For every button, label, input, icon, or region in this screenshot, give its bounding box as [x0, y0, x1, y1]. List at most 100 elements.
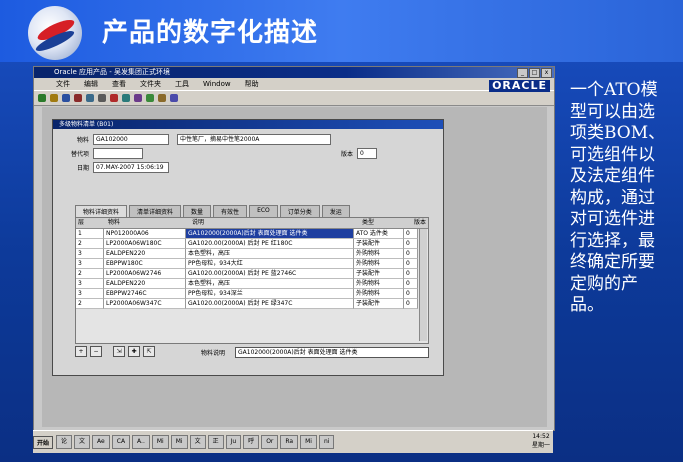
remove-row-button[interactable]: − [90, 346, 102, 357]
menu-window[interactable]: Window [203, 78, 231, 90]
cell-item[interactable]: LP2000A06W2746 [104, 269, 186, 279]
table-row[interactable]: 2 LP2000A06W347C GA1020.00(2000A) 后封 PE 绿3… [76, 299, 428, 309]
taskbar-item[interactable]: Mi [170, 435, 188, 449]
print-icon[interactable] [74, 94, 82, 102]
paste-icon[interactable] [146, 94, 154, 102]
tab-quantity[interactable]: 数量 [183, 205, 212, 217]
cell-level[interactable]: 2 [76, 269, 104, 279]
add-row-button[interactable]: + [75, 346, 87, 357]
cell-item[interactable]: LP2000A06W180C [104, 239, 186, 249]
cell-item[interactable]: LP2000A06W347C [104, 299, 186, 309]
cell-desc[interactable]: PP色母粒，934大红 [186, 259, 354, 269]
cell-type[interactable]: 外购物料 [354, 249, 404, 259]
item-desc-field[interactable]: 中性笔厂，摘易中性笔2000A [177, 134, 331, 145]
table-row[interactable]: 3 EBPPW2746C PP色母粒，934深兰 外购物料 0 [76, 289, 428, 299]
table-row[interactable]: 3 EBPPW180C PP色母粒，934大红 外购物料 0 [76, 259, 428, 269]
cell-rev[interactable]: 0 [404, 239, 418, 249]
alt-field[interactable] [93, 148, 143, 159]
cell-rev[interactable]: 0 [404, 249, 418, 259]
copy-icon[interactable] [134, 94, 142, 102]
cell-level[interactable]: 2 [76, 299, 104, 309]
grid-scrollbar[interactable] [419, 229, 427, 341]
cell-level[interactable]: 3 [76, 279, 104, 289]
delete-icon[interactable] [110, 94, 118, 102]
cell-type[interactable]: 子装配件 [354, 269, 404, 279]
cell-item[interactable]: NP012000A06 [104, 229, 186, 239]
cell-level[interactable]: 2 [76, 239, 104, 249]
table-row[interactable]: 3 EALDPEN220 本色塑料，高压 外购物料 0 [76, 249, 428, 259]
tab-order-class[interactable]: 订单分类 [279, 205, 320, 217]
save-icon[interactable] [62, 94, 70, 102]
taskbar-item[interactable]: CA [111, 435, 131, 449]
cell-rev[interactable]: 0 [404, 259, 418, 269]
tab-item-detail[interactable]: 物料详细资料 [75, 205, 128, 217]
cell-type[interactable]: 外购物料 [354, 279, 404, 289]
menu-folder[interactable]: 文件夹 [140, 78, 161, 90]
cell-rev[interactable]: 0 [404, 299, 418, 309]
rev-field[interactable]: 0 [357, 148, 377, 159]
taskbar-item[interactable]: Ju [225, 435, 242, 449]
cell-rev[interactable]: 0 [404, 289, 418, 299]
cell-item[interactable]: EBPPW180C [104, 259, 186, 269]
menu-help[interactable]: 帮助 [245, 78, 259, 90]
cell-desc[interactable]: 本色塑料，高压 [186, 249, 354, 259]
tab-shipping[interactable]: 发运 [321, 205, 350, 217]
minimize-button[interactable]: _ [517, 68, 528, 78]
cell-desc[interactable]: PP色母粒，934深兰 [186, 289, 354, 299]
menu-tools[interactable]: 工具 [175, 78, 189, 90]
taskbar-item[interactable]: Or [261, 435, 279, 449]
table-row[interactable]: 1 NP012000A06 GA102000(2000A)后封 表面处理面 选件类 A… [76, 229, 428, 239]
cell-desc[interactable]: GA1020.00(2000A) 后封 PE 蓝2746C [186, 269, 354, 279]
date-field[interactable]: 07.MAY-2007 15:06:19 [93, 162, 169, 173]
cell-rev[interactable]: 0 [404, 229, 418, 239]
maximize-button[interactable]: □ [529, 68, 540, 78]
cell-type[interactable]: 外购物料 [354, 289, 404, 299]
menu-file[interactable]: 文件 [56, 78, 70, 90]
cell-rev[interactable]: 0 [404, 279, 418, 289]
cell-desc[interactable]: GA1020.00(2000A) 后封 PE 绿347C [186, 299, 354, 309]
find-icon[interactable] [86, 94, 94, 102]
cell-rev[interactable]: 0 [404, 269, 418, 279]
menu-view[interactable]: 查看 [112, 78, 126, 90]
taskbar-item[interactable]: Mi [300, 435, 317, 449]
cell-desc[interactable]: GA1020.00(2000A) 后封 PE 红180C [186, 239, 354, 249]
menu-edit[interactable]: 编辑 [84, 78, 98, 90]
expand-button[interactable]: ⇲ [113, 346, 125, 357]
item-desc-readout[interactable]: GA102000(2000A)后封 表面处理面 选件类 [235, 347, 429, 358]
close-button[interactable]: x [541, 68, 552, 78]
cell-type[interactable]: ATO 选件类 [354, 229, 404, 239]
table-row[interactable]: 2 LP2000A06W180C GA1020.00(2000A) 后封 PE 红1… [76, 239, 428, 249]
cell-desc[interactable]: GA102000(2000A)后封 表面处理面 选件类 [186, 229, 354, 239]
taskbar-item[interactable]: 正 [207, 435, 224, 449]
attach-icon[interactable] [158, 94, 166, 102]
start-button[interactable]: 开始 [33, 435, 54, 449]
cell-item[interactable]: EALDPEN220 [104, 279, 186, 289]
cell-type[interactable]: 子装配件 [354, 239, 404, 249]
cell-level[interactable]: 3 [76, 259, 104, 269]
cell-type[interactable]: 外购物料 [354, 259, 404, 269]
zoom-icon[interactable] [98, 94, 106, 102]
cell-item[interactable]: EBPPW2746C [104, 289, 186, 299]
taskbar-item[interactable]: ni [318, 435, 335, 449]
taskbar-item[interactable]: Ra [280, 435, 299, 449]
tab-effectivity[interactable]: 有效性 [213, 205, 248, 217]
table-row[interactable]: 2 LP2000A06W2746 GA1020.00(2000A) 后封 PE 蓝2… [76, 269, 428, 279]
cell-level[interactable]: 3 [76, 249, 104, 259]
open-icon[interactable] [50, 94, 58, 102]
cell-desc[interactable]: 本色塑料，高压 [186, 279, 354, 289]
tab-list-detail[interactable]: 清单详细资料 [129, 205, 182, 217]
cell-type[interactable]: 子装配件 [354, 299, 404, 309]
taskbar-item[interactable]: Ae [92, 435, 110, 449]
cell-item[interactable]: EALDPEN220 [104, 249, 186, 259]
taskbar-item[interactable]: 文 [74, 435, 91, 449]
taskbar-item[interactable]: Mi [151, 435, 169, 449]
help-icon[interactable] [170, 94, 178, 102]
cell-level[interactable]: 1 [76, 229, 104, 239]
cell-level[interactable]: 3 [76, 289, 104, 299]
tab-eco[interactable]: ECO [249, 205, 278, 217]
collapse-button[interactable]: ⇱ [143, 346, 155, 357]
new-icon[interactable] [38, 94, 46, 102]
taskbar-item[interactable]: 文 [189, 435, 206, 449]
taskbar-item[interactable]: 论 [56, 435, 73, 449]
expand-all-button[interactable]: ✚ [128, 346, 140, 357]
